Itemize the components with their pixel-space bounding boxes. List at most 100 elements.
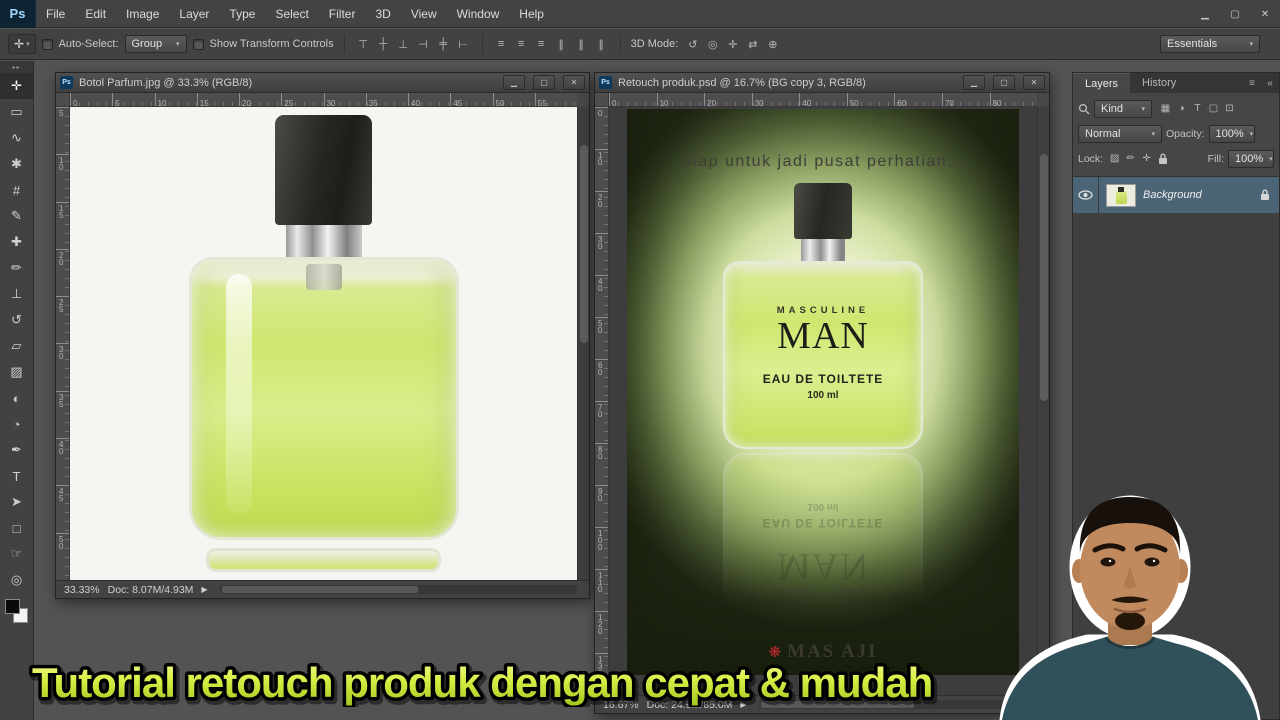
align-top-edges-icon[interactable]: ⊤ [355,36,372,53]
menu-image[interactable]: Image [116,0,169,28]
eyedropper-tool[interactable]: ✎ [0,203,33,229]
layer-visibility-toggle[interactable] [1073,177,1099,213]
restore-button[interactable]: ▢ [1220,0,1250,28]
scrollbar-thumb[interactable] [1040,154,1048,401]
doc-close-button[interactable]: ✕ [563,75,585,90]
filter-smart-objects-icon[interactable]: ⊡ [1222,101,1237,116]
horizontal-type-tool[interactable]: T [0,463,33,489]
distribute-top-edges-icon[interactable]: ≡ [493,36,510,53]
document-titlebar[interactable]: Ps Retouch produk.psd @ 16.7% (BG copy 3… [595,73,1049,93]
rectangle-tool[interactable]: □ [0,515,33,541]
spot-healing-brush-tool[interactable]: ✚ [0,229,33,255]
scrollbar-thumb[interactable] [580,144,588,344]
blur-tool[interactable]: ◐ [0,385,33,411]
history-brush-tool[interactable]: ↺ [0,307,33,333]
layer-filter-kind-dropdown[interactable]: Kind ▾ [1094,99,1152,118]
distribute-right-edges-icon[interactable]: ∥ [593,36,610,53]
close-button[interactable]: ✕ [1250,0,1280,28]
menu-3d[interactable]: 3D [365,0,400,28]
3d-rotate-camera-icon[interactable]: ↺ [684,36,701,53]
menu-edit[interactable]: Edit [75,0,116,28]
fill-field[interactable]: 100% ▾ [1228,149,1274,168]
filter-shape-layers-icon[interactable]: ▢ [1206,101,1221,116]
collapse-dock-icon[interactable]: « [1261,73,1279,93]
distribute-left-edges-icon[interactable]: ∥ [553,36,570,53]
doc-close-button[interactable]: ✕ [1023,75,1045,90]
rectangular-marquee-tool[interactable]: ▭ [0,99,33,125]
menu-type[interactable]: Type [219,0,265,28]
hand-tool[interactable]: ☞ [0,541,33,567]
align-left-edges-icon[interactable]: ⊣ [415,36,432,53]
toolbar-collapse-icon[interactable]: ▸▸ [0,61,33,73]
horizontal-scrollbar[interactable] [219,585,577,594]
workspace-switcher-dropdown[interactable]: Essentials ▾ [1160,35,1260,53]
menu-layer[interactable]: Layer [169,0,219,28]
blend-mode-dropdown[interactable]: Normal ▾ [1078,124,1162,143]
menu-help[interactable]: Help [509,0,554,28]
filter-pixel-layers-icon[interactable]: ▦ [1158,101,1173,116]
distribute-vertical-centers-icon[interactable]: ≡ [513,36,530,53]
dodge-tool[interactable]: ◔ [0,411,33,437]
status-menu-arrow-icon[interactable]: ▶ [201,585,207,594]
zoom-tool[interactable]: ◎ [0,567,33,593]
path-selection-tool[interactable]: ➤ [0,489,33,515]
distribute-bottom-edges-icon[interactable]: ≡ [533,36,550,53]
align-right-edges-icon[interactable]: ⊢ [455,36,472,53]
brush-tool[interactable]: ✏ [0,255,33,281]
panel-menu-icon[interactable]: ≡ [1243,73,1261,93]
canvas-viewport[interactable] [70,107,577,580]
filter-adjustment-layers-icon[interactable]: ◑ [1174,101,1189,116]
layer-name[interactable]: Background [1143,189,1260,201]
chevron-down-icon: ▾ [1249,130,1254,138]
document-titlebar[interactable]: Ps Botol Parfum.jpg @ 33.3% (RGB/8) ▁ ▢ … [56,73,589,93]
tab-history[interactable]: History [1130,73,1188,93]
3d-roll-camera-icon[interactable]: ◎ [704,36,721,53]
align-bottom-edges-icon[interactable]: ⊥ [395,36,412,53]
vertical-scrollbar[interactable] [577,107,589,580]
crop-tool[interactable]: # [0,177,33,203]
menu-file[interactable]: File [36,0,75,28]
tab-layers[interactable]: Layers [1073,73,1131,93]
distribute-horizontal-centers-icon[interactable]: ∥ [573,36,590,53]
move-tool[interactable]: ✛ [0,73,33,99]
canvas-viewport[interactable]: Siap untuk jadi pusat perhatian... MASCU… [609,107,1037,695]
menu-select[interactable]: Select [265,0,318,28]
doc-minimize-button[interactable]: ▁ [963,75,985,90]
menu-view[interactable]: View [401,0,447,28]
menu-window[interactable]: Window [447,0,510,28]
quick-selection-tool[interactable]: ✱ [0,151,33,177]
zoom-level[interactable]: 33.33% [64,584,100,596]
scrollbar-thumb[interactable] [221,586,419,593]
doc-minimize-button[interactable]: ▁ [503,75,525,90]
lock-image-pixels-icon[interactable]: ✏ [1123,151,1138,166]
3d-zoom-camera-icon[interactable]: ⊕ [764,36,781,53]
align-vertical-centers-icon[interactable]: ┼ [375,36,392,53]
minimize-button[interactable]: ▁ [1190,0,1220,28]
ruler-mark: 40 [799,93,847,106]
lock-all-icon[interactable] [1158,153,1168,165]
lasso-tool[interactable]: ∿ [0,125,33,151]
clone-stamp-tool[interactable]: ⊥ [0,281,33,307]
menu-filter[interactable]: Filter [319,0,366,28]
layer-row-background[interactable]: Background [1073,177,1279,213]
filter-type-layers-icon[interactable]: T [1190,101,1205,116]
opacity-field[interactable]: 100% ▾ [1208,124,1255,143]
eraser-tool[interactable]: ▱ [0,333,33,359]
doc-restore-button[interactable]: ▢ [533,75,555,90]
3d-slide-camera-icon[interactable]: ⇄ [744,36,761,53]
gradient-tool[interactable]: ▨ [0,359,33,385]
current-tool-preset[interactable]: ✛ ▾ [8,34,36,54]
lock-transparent-pixels-icon[interactable]: ▨ [1107,151,1122,166]
foreground-color-swatch[interactable] [5,599,20,614]
pen-tool[interactable]: ✒ [0,437,33,463]
doc-restore-button[interactable]: ▢ [993,75,1015,90]
3d-pan-camera-icon[interactable]: ✛ [724,36,741,53]
lock-position-icon[interactable]: ✛ [1139,151,1154,166]
ruler-mark: 4 0 [595,275,608,317]
align-horizontal-centers-icon[interactable]: ╪ [435,36,452,53]
auto-select-group-dropdown[interactable]: Group ▾ [124,35,187,53]
layer-thumbnail[interactable] [1106,183,1136,207]
show-transform-controls-checkbox[interactable] [192,38,204,50]
auto-select-checkbox[interactable] [41,38,53,50]
bottle-label-eau-de-toiltete: EAU DE TOILTETE [762,516,884,530]
